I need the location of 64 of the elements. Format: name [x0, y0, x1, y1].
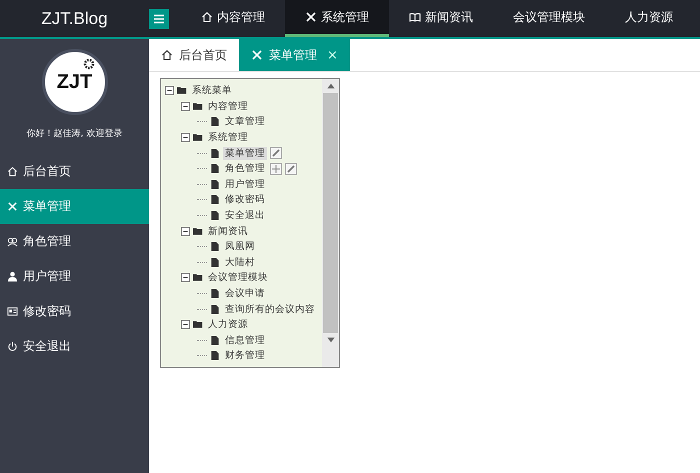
collapse-toggle[interactable]: [181, 226, 190, 236]
group-icon: [7, 236, 18, 247]
edit-button[interactable]: [285, 162, 297, 175]
tab-label: 后台首页: [179, 46, 227, 64]
sidebar-item[interactable]: 用户管理: [0, 259, 149, 294]
tree-item[interactable]: 会议管理模块: [206, 271, 270, 284]
menu-icon: [153, 12, 165, 24]
edit-button[interactable]: [270, 147, 282, 160]
site-logo[interactable]: ZJT.Blog: [0, 8, 149, 28]
folder-icon: [193, 320, 203, 330]
file-icon: [210, 117, 220, 126]
tree-item[interactable]: 新闻资讯: [206, 224, 250, 238]
tree-item[interactable]: 内容管理: [206, 100, 250, 113]
nav-tab[interactable]: 内容管理: [181, 0, 285, 37]
add-button[interactable]: [270, 162, 282, 175]
tree-item[interactable]: 大陆村: [223, 256, 257, 269]
folder-icon: [193, 226, 203, 236]
tree-item[interactable]: 财务管理: [223, 349, 267, 362]
home-icon: [161, 49, 173, 61]
page-tab[interactable]: 后台首页: [149, 39, 239, 71]
power-icon: [7, 341, 18, 352]
tree-item[interactable]: 会议申请: [223, 287, 267, 300]
tree-item[interactable]: 文章管理: [223, 115, 267, 128]
collapse-toggle[interactable]: [181, 102, 190, 111]
sidebar-item[interactable]: 修改密码: [0, 294, 149, 329]
sidebar-item[interactable]: 安全退出: [0, 329, 149, 364]
sidebar-item[interactable]: 角色管理: [0, 224, 149, 259]
scrollbar[interactable]: [322, 79, 339, 367]
home-icon: [201, 11, 213, 23]
collapse-toggle[interactable]: [181, 133, 190, 142]
nav-tab[interactable]: 人力资源: [605, 0, 693, 37]
tree-item[interactable]: 用户管理: [223, 178, 267, 191]
tab-label: 菜单管理: [269, 46, 317, 64]
home-icon: [7, 166, 18, 177]
tree-item[interactable]: 查询所有的会议内容: [223, 302, 317, 316]
nav-tab[interactable]: 新闻资讯: [389, 0, 493, 37]
tree-item[interactable]: 凤凰网: [223, 240, 257, 254]
nav-tab[interactable]: 会议管理模块: [493, 0, 605, 37]
tree-item[interactable]: 系统菜单: [190, 84, 234, 98]
id-card-icon: [7, 306, 18, 317]
tree-item[interactable]: 系统管理: [206, 131, 250, 144]
tree-item[interactable]: 修改密码: [223, 193, 267, 206]
sidebar-item[interactable]: 菜单管理: [0, 189, 149, 224]
folder-icon: [193, 133, 203, 142]
greeting-text: 你好！赵佳涛, 欢迎登录: [26, 128, 124, 140]
page-tab[interactable]: 菜单管理 ×: [239, 39, 350, 71]
tree-item[interactable]: 人力资源: [206, 318, 250, 332]
tree-item[interactable]: 角色管理: [223, 162, 267, 176]
tree-item[interactable]: 信息管理: [223, 334, 267, 347]
tree-item[interactable]: 菜单管理: [223, 146, 267, 160]
tree-item[interactable]: 安全退出: [223, 209, 267, 222]
tools-icon: [251, 49, 263, 61]
collapse-toggle[interactable]: [165, 86, 174, 96]
nav-tab[interactable]: 系统管理: [285, 0, 389, 37]
collapse-toggle[interactable]: [181, 320, 190, 330]
collapse-toggle[interactable]: [181, 273, 190, 282]
user-icon: [7, 271, 18, 282]
sidebar-item[interactable]: 后台首页: [0, 154, 149, 189]
tools-icon: [7, 201, 18, 212]
folder-icon: [193, 273, 203, 282]
menu-button[interactable]: [149, 8, 169, 28]
book-icon: [409, 11, 421, 23]
tools-icon: [305, 11, 317, 23]
avatar-logo: ZJT: [42, 49, 108, 115]
